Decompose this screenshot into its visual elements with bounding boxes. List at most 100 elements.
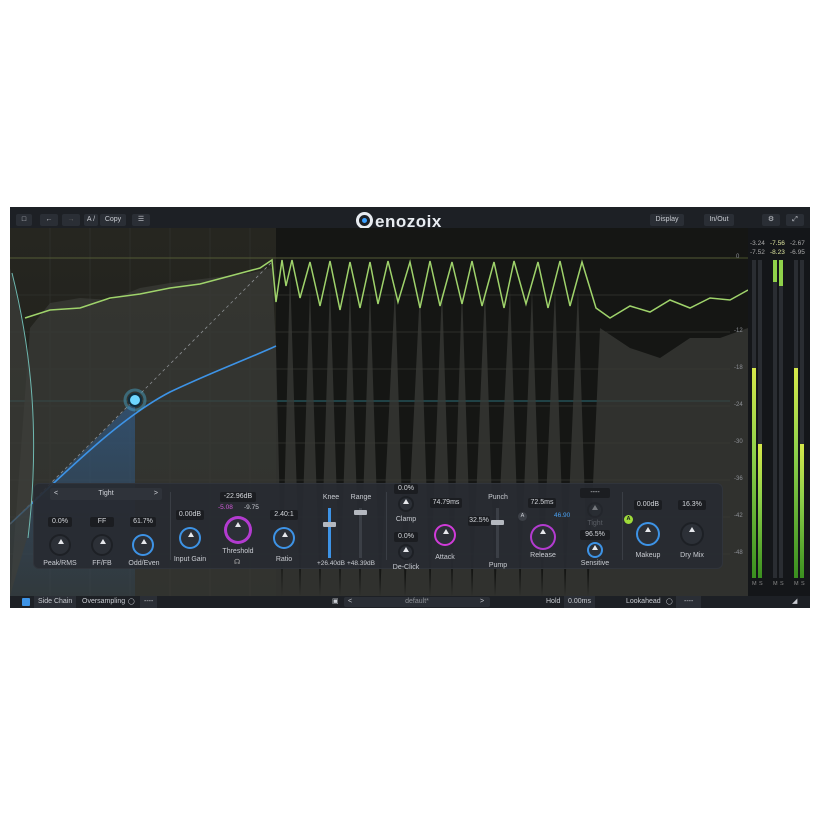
chevron-right-icon[interactable]: > xyxy=(154,488,158,500)
hamburger-icon[interactable]: ☰ xyxy=(132,214,150,226)
oversampling-label: Oversampling xyxy=(82,598,126,605)
odd-even-value[interactable]: 61.7% xyxy=(130,517,156,527)
dry-mix-knob[interactable] xyxy=(680,522,704,546)
attack-value[interactable]: 74.79ms xyxy=(430,498,462,508)
sensitive-knob[interactable] xyxy=(587,542,603,558)
db-tick-label: 0 xyxy=(736,254,740,260)
knee-slider[interactable] xyxy=(328,508,331,558)
range-value: +48.39dB xyxy=(346,560,375,567)
input-gain-value[interactable]: 0.00dB xyxy=(176,510,204,520)
tight-knob[interactable] xyxy=(587,502,603,518)
release-knob[interactable] xyxy=(530,524,556,550)
threshold-left-value: -5.08 xyxy=(218,504,233,511)
ff-fb-label: FF/FB xyxy=(92,560,112,567)
ff-fb-value[interactable]: FF xyxy=(90,517,114,527)
meter-label: S xyxy=(780,581,784,587)
release-label: Release xyxy=(530,552,556,559)
attack-knob[interactable] xyxy=(434,524,456,546)
range-slider-handle[interactable] xyxy=(354,510,367,515)
sidechain-toggle-icon[interactable] xyxy=(22,598,30,606)
range-label: Range xyxy=(350,494,372,501)
meter-label: S xyxy=(759,581,763,587)
peak-rms-value[interactable]: 0.0% xyxy=(48,517,72,527)
oversampling-icon[interactable]: ◯ xyxy=(128,596,135,608)
tight-label: Tight xyxy=(587,520,603,527)
knee-label: Knee xyxy=(322,494,340,501)
preset-save-icon[interactable]: ▣ xyxy=(332,596,339,608)
clamp-value[interactable]: 0.0% xyxy=(394,484,418,494)
expand-icon[interactable]: ⤢ xyxy=(786,214,804,226)
clamp-label: Clamp xyxy=(395,516,417,523)
gr-meter-s xyxy=(779,260,783,578)
lookahead-select[interactable]: ---- xyxy=(676,596,702,608)
threshold-knob[interactable] xyxy=(224,516,252,544)
resize-handle-icon[interactable]: ◢ xyxy=(792,596,797,608)
section-divider xyxy=(170,492,171,560)
meter-fill xyxy=(800,444,804,578)
sidechain-button[interactable]: Side Chain xyxy=(34,596,77,608)
lookahead-icon[interactable]: ◯ xyxy=(666,596,673,608)
db-tick-label: -48 xyxy=(734,550,743,556)
headphones-icon[interactable]: ☊ xyxy=(234,558,240,566)
odd-even-knob[interactable] xyxy=(132,534,154,556)
release-auto-badge[interactable]: A xyxy=(518,512,527,521)
punch-value[interactable]: 32.5% xyxy=(468,516,490,526)
compressor-plugin-window: □ ← → A / Copy ☰ enozoix Display In/Out … xyxy=(10,207,810,608)
output-peak-m: -2.67 xyxy=(790,240,805,247)
meter-label: S xyxy=(801,581,805,587)
threshold-value[interactable]: -22.96dB xyxy=(220,492,256,502)
declick-value[interactable]: 0.0% xyxy=(394,532,418,542)
undo-icon[interactable]: ← xyxy=(40,214,58,226)
tight-value[interactable]: ---- xyxy=(580,488,610,498)
threshold-handle[interactable] xyxy=(128,393,142,407)
detector-mode-value: Tight xyxy=(98,490,114,497)
ratio-label: Ratio xyxy=(275,556,293,563)
range-slider[interactable] xyxy=(359,508,362,558)
knee-slider-handle[interactable] xyxy=(323,522,336,527)
peak-rms-label: Peak/RMS xyxy=(43,560,77,567)
release-auto-value: 46.90 xyxy=(554,512,571,519)
output-meter-s xyxy=(800,260,804,578)
ratio-knob[interactable] xyxy=(273,527,295,549)
chevron-left-icon[interactable]: < xyxy=(54,488,58,500)
peak-rms-knob[interactable] xyxy=(49,534,71,556)
gr-peak-m: -7.56 xyxy=(770,240,785,247)
gear-icon[interactable]: ⚙ xyxy=(762,214,780,226)
detector-mode-selector[interactable]: < Tight > xyxy=(50,488,162,500)
makeup-label: Makeup xyxy=(635,552,661,559)
input-meter-s xyxy=(758,260,762,578)
attack-label: Attack xyxy=(435,554,455,561)
dry-mix-value[interactable]: 16.3% xyxy=(678,500,706,510)
declick-knob[interactable] xyxy=(398,544,414,560)
ff-fb-knob[interactable] xyxy=(91,534,113,556)
ab-toggle-button[interactable]: A / xyxy=(84,214,98,226)
sensitive-value[interactable]: 96.5% xyxy=(580,530,610,540)
folder-icon[interactable]: □ xyxy=(16,214,32,226)
copy-button[interactable]: Copy xyxy=(100,214,126,226)
punch-pump-handle[interactable] xyxy=(491,520,504,525)
makeup-auto-badge[interactable]: A xyxy=(624,515,633,524)
logo-mark-icon xyxy=(356,212,373,229)
input-gain-knob[interactable] xyxy=(179,527,201,549)
declick-label: De-Click xyxy=(392,564,420,571)
odd-even-label: Odd/Even xyxy=(128,560,160,567)
makeup-value[interactable]: 0.00dB xyxy=(634,500,662,510)
threshold-right-value: -9.75 xyxy=(244,504,259,511)
meter-fill xyxy=(794,368,798,578)
ratio-value[interactable]: 2.40:1 xyxy=(270,510,298,520)
preset-selector[interactable]: < default* > xyxy=(344,597,490,607)
level-meters: -3.24 -7.52 -7.56 -8.23 -2.67 -6.95 M S … xyxy=(748,228,810,596)
makeup-knob[interactable] xyxy=(636,522,660,546)
punch-pump-slider[interactable] xyxy=(496,508,499,558)
redo-icon[interactable]: → xyxy=(62,214,80,226)
in-out-button[interactable]: In/Out xyxy=(704,214,734,226)
dry-mix-label: Dry Mix xyxy=(680,552,704,559)
release-value[interactable]: 72.5ms xyxy=(528,498,556,508)
hold-value[interactable]: 0.00ms xyxy=(564,596,595,608)
display-button[interactable]: Display xyxy=(650,214,684,226)
section-divider xyxy=(386,492,387,560)
sensitive-label: Sensitive xyxy=(580,560,610,567)
oversampling-select[interactable]: ---- xyxy=(140,596,158,608)
clamp-knob[interactable] xyxy=(398,496,414,512)
chevron-right-icon[interactable]: > xyxy=(480,596,484,608)
